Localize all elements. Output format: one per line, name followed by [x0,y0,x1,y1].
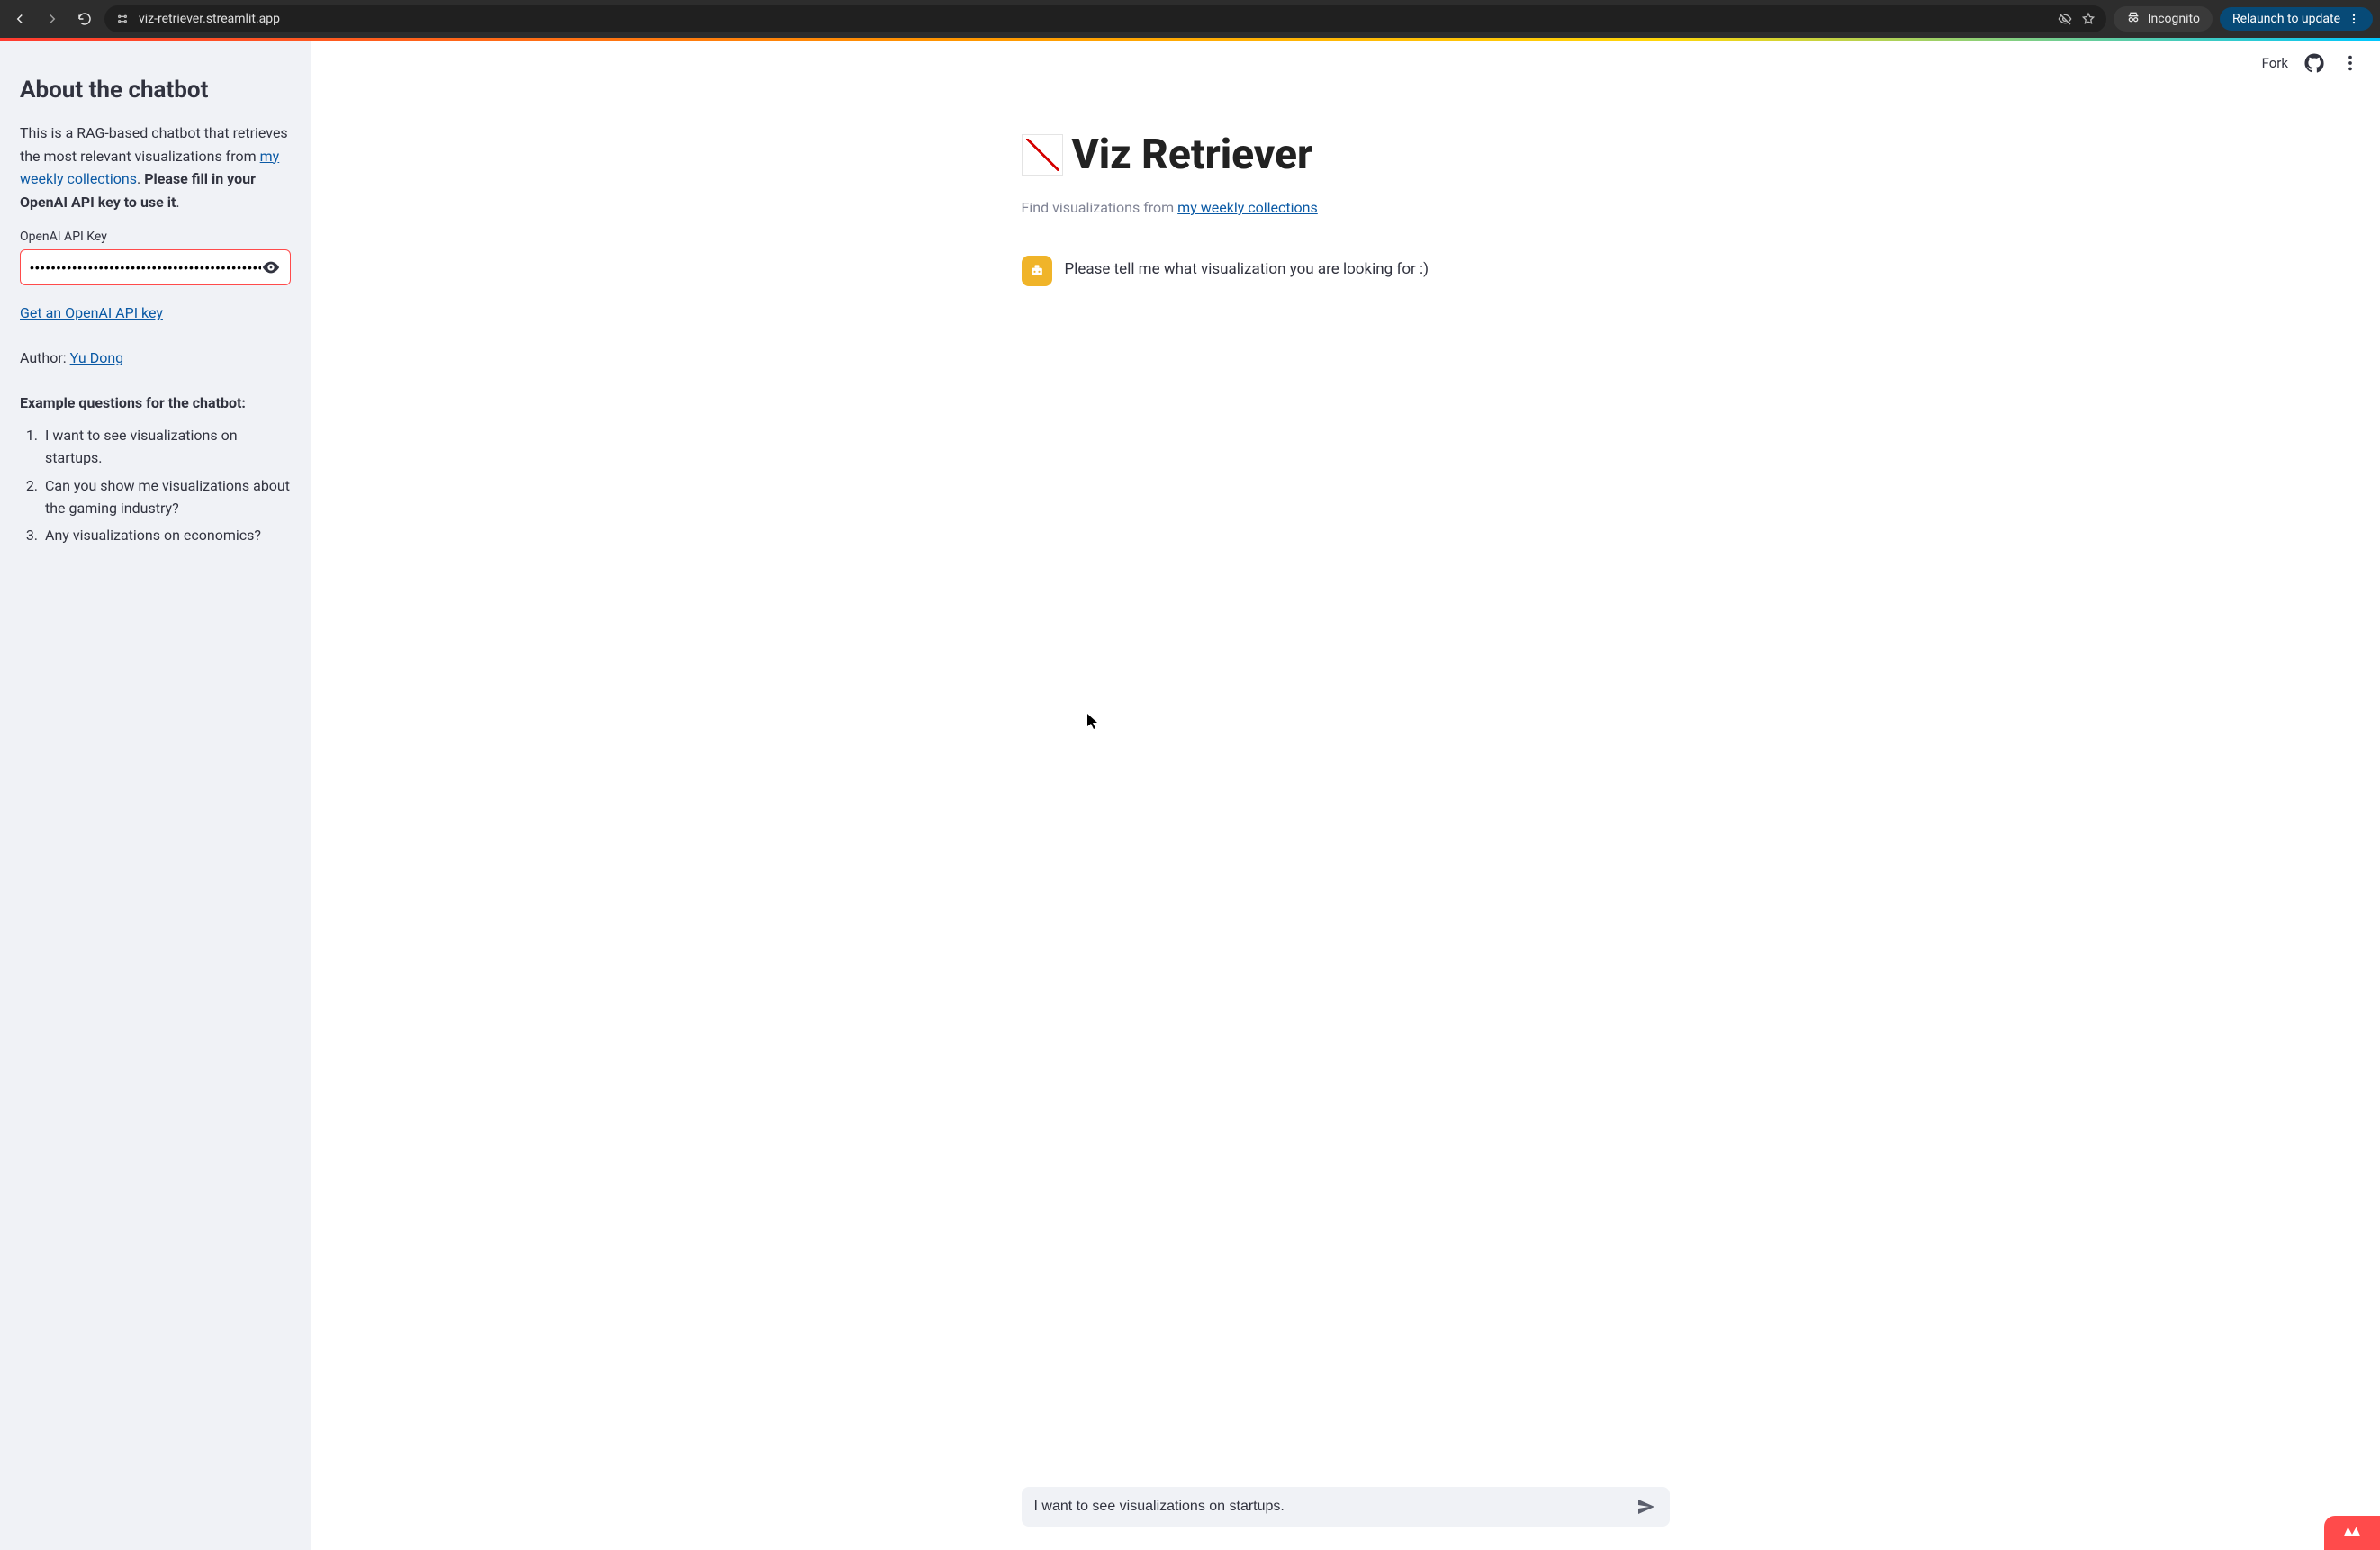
relaunch-label: Relaunch to update [2232,12,2340,26]
title-row: Viz Retriever [1022,131,1670,179]
sidebar-heading: About the chatbot [20,77,291,104]
app-root: About the chatbot This is a RAG-based ch… [0,41,2380,1550]
subtitle: Find visualizations from my weekly colle… [1022,199,1670,216]
author-label: Author: [20,349,70,366]
bot-message-text: Please tell me what visualization you ar… [1065,256,1429,278]
address-bar[interactable]: viz-retriever.streamlit.app [104,5,2106,32]
examples-heading: Example questions for the chatbot: [20,392,291,415]
streamlit-badge[interactable] [2324,1516,2380,1550]
chat-input-wrap [311,1487,2380,1527]
forward-button[interactable] [40,6,65,32]
page-title: Viz Retriever [1072,131,1313,179]
chart-increasing-icon [1022,134,1063,176]
example-item: I want to see visualizations on startups… [41,425,291,470]
subtitle-link[interactable]: my weekly collections [1177,199,1318,216]
back-button[interactable] [7,6,32,32]
send-icon[interactable] [1636,1496,1657,1518]
bot-message-row: Please tell me what visualization you ar… [1022,256,1670,286]
fork-link[interactable]: Fork [2262,55,2288,71]
api-key-input[interactable] [30,260,261,275]
eye-off-icon[interactable] [2058,12,2072,26]
example-item: Can you show me visualizations about the… [41,475,291,520]
sidebar: About the chatbot This is a RAG-based ch… [0,41,311,1550]
incognito-icon [2126,10,2141,28]
chat-input [1022,1487,1670,1527]
incognito-indicator: Incognito [2114,6,2213,32]
sidebar-intro: This is a RAG-based chatbot that retriev… [20,122,291,213]
incognito-label: Incognito [2148,12,2200,26]
example-item: Any visualizations on economics? [41,525,291,547]
examples-list: I want to see visualizations on startups… [20,425,291,547]
chat-text-input[interactable] [1034,1499,1636,1515]
site-settings-icon[interactable] [115,12,130,26]
content-column: Viz Retriever Find visualizations from m… [1022,41,1670,286]
kebab-menu-icon[interactable] [2340,53,2360,73]
star-icon[interactable] [2081,12,2096,26]
api-key-label: OpenAI API Key [20,230,291,244]
relaunch-button[interactable]: Relaunch to update [2220,7,2373,31]
main-panel: Fork Viz Retriever Find visualizations f… [311,41,2380,1550]
mouse-cursor-icon [1087,714,1098,730]
author-link[interactable]: Yu Dong [70,349,124,366]
app-topbar: Fork [2262,53,2360,73]
browser-chrome: viz-retriever.streamlit.app Incognito Re… [0,0,2380,38]
reveal-password-icon[interactable] [261,257,281,277]
github-icon[interactable] [2304,53,2324,73]
intro-end: . [176,194,179,211]
author-line: Author: Yu Dong [20,347,291,370]
bot-avatar-icon [1022,256,1052,286]
intro-pre: This is a RAG-based chatbot that retriev… [20,124,288,165]
url-text: viz-retriever.streamlit.app [139,12,2049,26]
api-key-input-wrap [20,249,291,285]
reload-button[interactable] [72,6,97,32]
get-api-key-link[interactable]: Get an OpenAI API key [20,304,163,321]
intro-post: . [137,170,144,187]
subtitle-pre: Find visualizations from [1022,199,1178,216]
